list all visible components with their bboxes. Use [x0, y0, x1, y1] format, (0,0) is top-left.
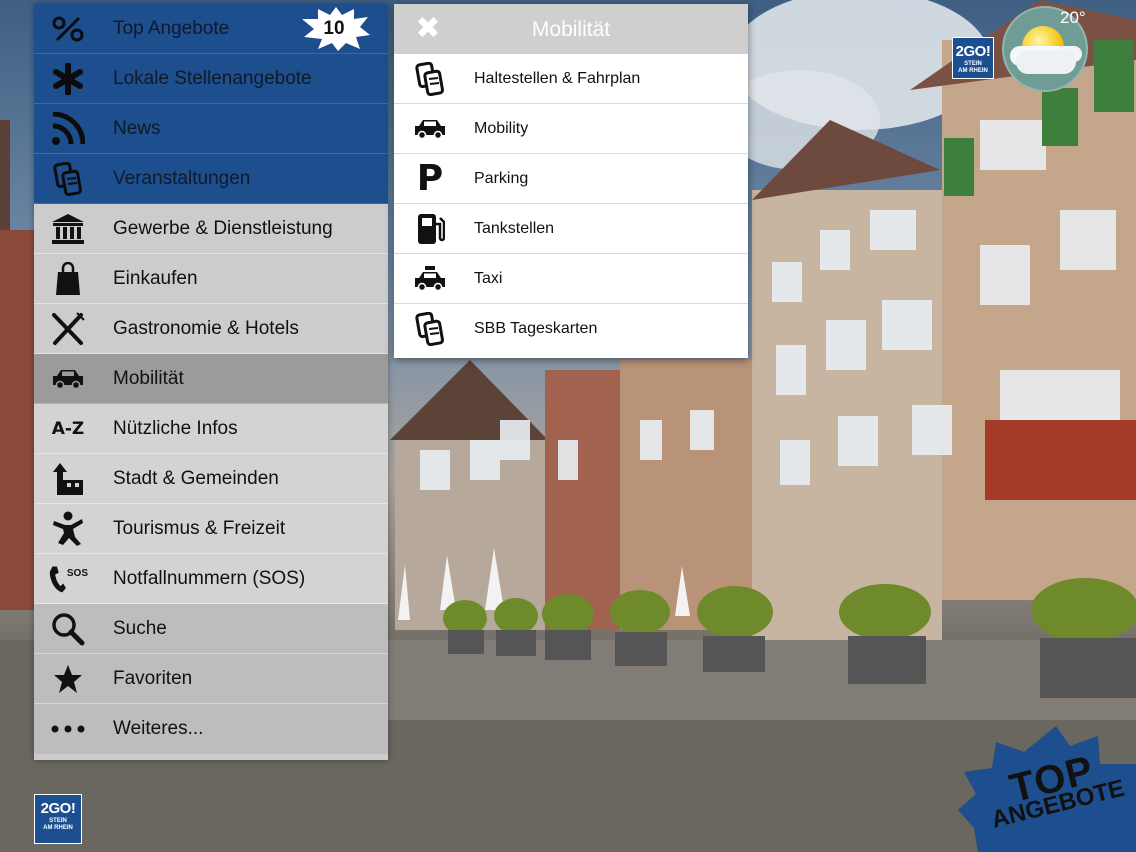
app-logo: 2GO! STEIN AM RHEIN	[952, 37, 994, 79]
count-badge: 10	[302, 7, 372, 51]
menu-item-suche[interactable]: Suche	[34, 604, 388, 654]
shopping-bag-icon	[48, 261, 88, 297]
asterisk-icon	[48, 61, 88, 97]
submenu-item-label: Mobility	[474, 120, 529, 137]
taxi-icon	[410, 261, 450, 297]
menu-item-label: Stadt & Gemeinden	[113, 468, 279, 489]
bank-icon	[48, 211, 88, 247]
close-icon[interactable]: ✖	[412, 14, 444, 44]
menu-item-label: Einkaufen	[113, 268, 198, 289]
cloud-icon	[1016, 50, 1076, 74]
menu-item-notfallnummern[interactable]: SOS Notfallnummern (SOS)	[34, 554, 388, 604]
a-z-icon: A-Z	[48, 411, 88, 447]
menu-item-favoriten[interactable]: Favoriten	[34, 654, 388, 704]
logo-subtext: AM RHEIN	[43, 825, 73, 831]
menu-item-label: Veranstaltungen	[113, 168, 251, 189]
main-menu: Top Angebote 10 Lokale Stellenangebote N…	[34, 4, 388, 760]
submenu-title: Mobilität	[531, 18, 611, 41]
submenu-item-sbb-tageskarten[interactable]: SBB Tageskarten	[394, 304, 748, 354]
fuel-pump-icon	[410, 211, 450, 247]
submenu-item-label: Haltestellen & Fahrplan	[474, 70, 641, 87]
more-icon	[48, 711, 88, 747]
car-icon	[48, 361, 88, 397]
a-z-icon-text: A-Z	[51, 419, 85, 439]
car-icon	[410, 111, 450, 147]
menu-item-label: Lokale Stellenangebote	[113, 68, 312, 89]
submenu-item-mobility[interactable]: Mobility	[394, 104, 748, 154]
logo-subtext: STEIN	[964, 61, 982, 67]
menu-item-label: Weiteres...	[113, 718, 204, 739]
phone-sos-icon: SOS	[48, 561, 88, 597]
submenu-item-tankstellen[interactable]: Tankstellen	[394, 204, 748, 254]
parking-icon-text: P	[416, 158, 444, 199]
menu-item-news[interactable]: News	[34, 104, 388, 154]
menu-item-nuetzliche-infos[interactable]: A-Z Nützliche Infos	[34, 404, 388, 454]
submenu-item-haltestellen[interactable]: Haltestellen & Fahrplan	[394, 54, 748, 104]
submenu-header: Mobilität ✖	[394, 4, 748, 55]
menu-item-top-angebote[interactable]: Top Angebote 10	[34, 4, 388, 54]
logo-subtext: STEIN	[49, 818, 67, 824]
fork-knife-icon	[48, 311, 88, 347]
menu-item-label: Gastronomie & Hotels	[113, 318, 299, 339]
menu-item-tourismus[interactable]: Tourismus & Freizeit	[34, 504, 388, 554]
badge-count: 10	[323, 18, 345, 39]
rss-icon	[48, 111, 88, 147]
menu-item-stadt-gemeinden[interactable]: Stadt & Gemeinden	[34, 454, 388, 504]
menu-item-gastronomie[interactable]: Gastronomie & Hotels	[34, 304, 388, 354]
percent-icon	[48, 11, 88, 47]
menu-item-label: Mobilität	[113, 368, 184, 389]
menu-item-label: Nützliche Infos	[113, 418, 238, 439]
submenu-item-label: Parking	[474, 170, 529, 187]
star-icon	[48, 661, 88, 697]
temperature: 20°	[1060, 8, 1086, 27]
menu-item-gewerbe[interactable]: Gewerbe & Dienstleistung	[34, 204, 388, 254]
logo-subtext: AM RHEIN	[958, 68, 988, 74]
menu-item-stellenangebote[interactable]: Lokale Stellenangebote	[34, 54, 388, 104]
logo-text: 2GO!	[40, 800, 76, 817]
logo-text: 2GO!	[955, 43, 991, 60]
menu-item-veranstaltungen[interactable]: Veranstaltungen	[34, 154, 388, 204]
submenu-item-parking[interactable]: P Parking	[394, 154, 748, 204]
tickets-icon	[48, 161, 88, 197]
menu-item-label: Tourismus & Freizeit	[113, 518, 286, 539]
menu-item-label: Gewerbe & Dienstleistung	[113, 218, 333, 239]
person-jump-icon	[48, 511, 88, 547]
menu-item-label: Suche	[113, 618, 167, 639]
town-icon	[48, 461, 88, 497]
parking-icon: P	[410, 161, 450, 197]
search-icon	[48, 611, 88, 647]
weather-widget[interactable]: 20°	[1002, 6, 1088, 92]
submenu-mobilitaet: Mobilität ✖ Haltestellen & Fahrplan Mobi…	[394, 4, 748, 358]
menu-item-label: News	[113, 118, 161, 139]
menu-item-weiteres[interactable]: Weiteres...	[34, 704, 388, 754]
menu-item-label: Notfallnummern (SOS)	[113, 568, 306, 589]
menu-item-einkaufen[interactable]: Einkaufen	[34, 254, 388, 304]
menu-item-label: Top Angebote	[113, 18, 230, 39]
top-angebote-promo[interactable]: TOP ANGEBOTE	[958, 724, 1136, 852]
submenu-item-label: Taxi	[474, 270, 503, 287]
menu-item-label: Favoriten	[113, 668, 193, 689]
tickets-icon	[410, 61, 450, 97]
submenu-item-taxi[interactable]: Taxi	[394, 254, 748, 304]
submenu-item-label: Tankstellen	[474, 220, 555, 237]
submenu-item-label: SBB Tageskarten	[474, 320, 598, 337]
menu-item-mobilitaet[interactable]: Mobilität	[34, 354, 388, 404]
app-logo: 2GO! STEIN AM RHEIN	[34, 794, 82, 844]
tickets-icon	[410, 311, 450, 347]
sos-icon-text: SOS	[66, 567, 88, 579]
